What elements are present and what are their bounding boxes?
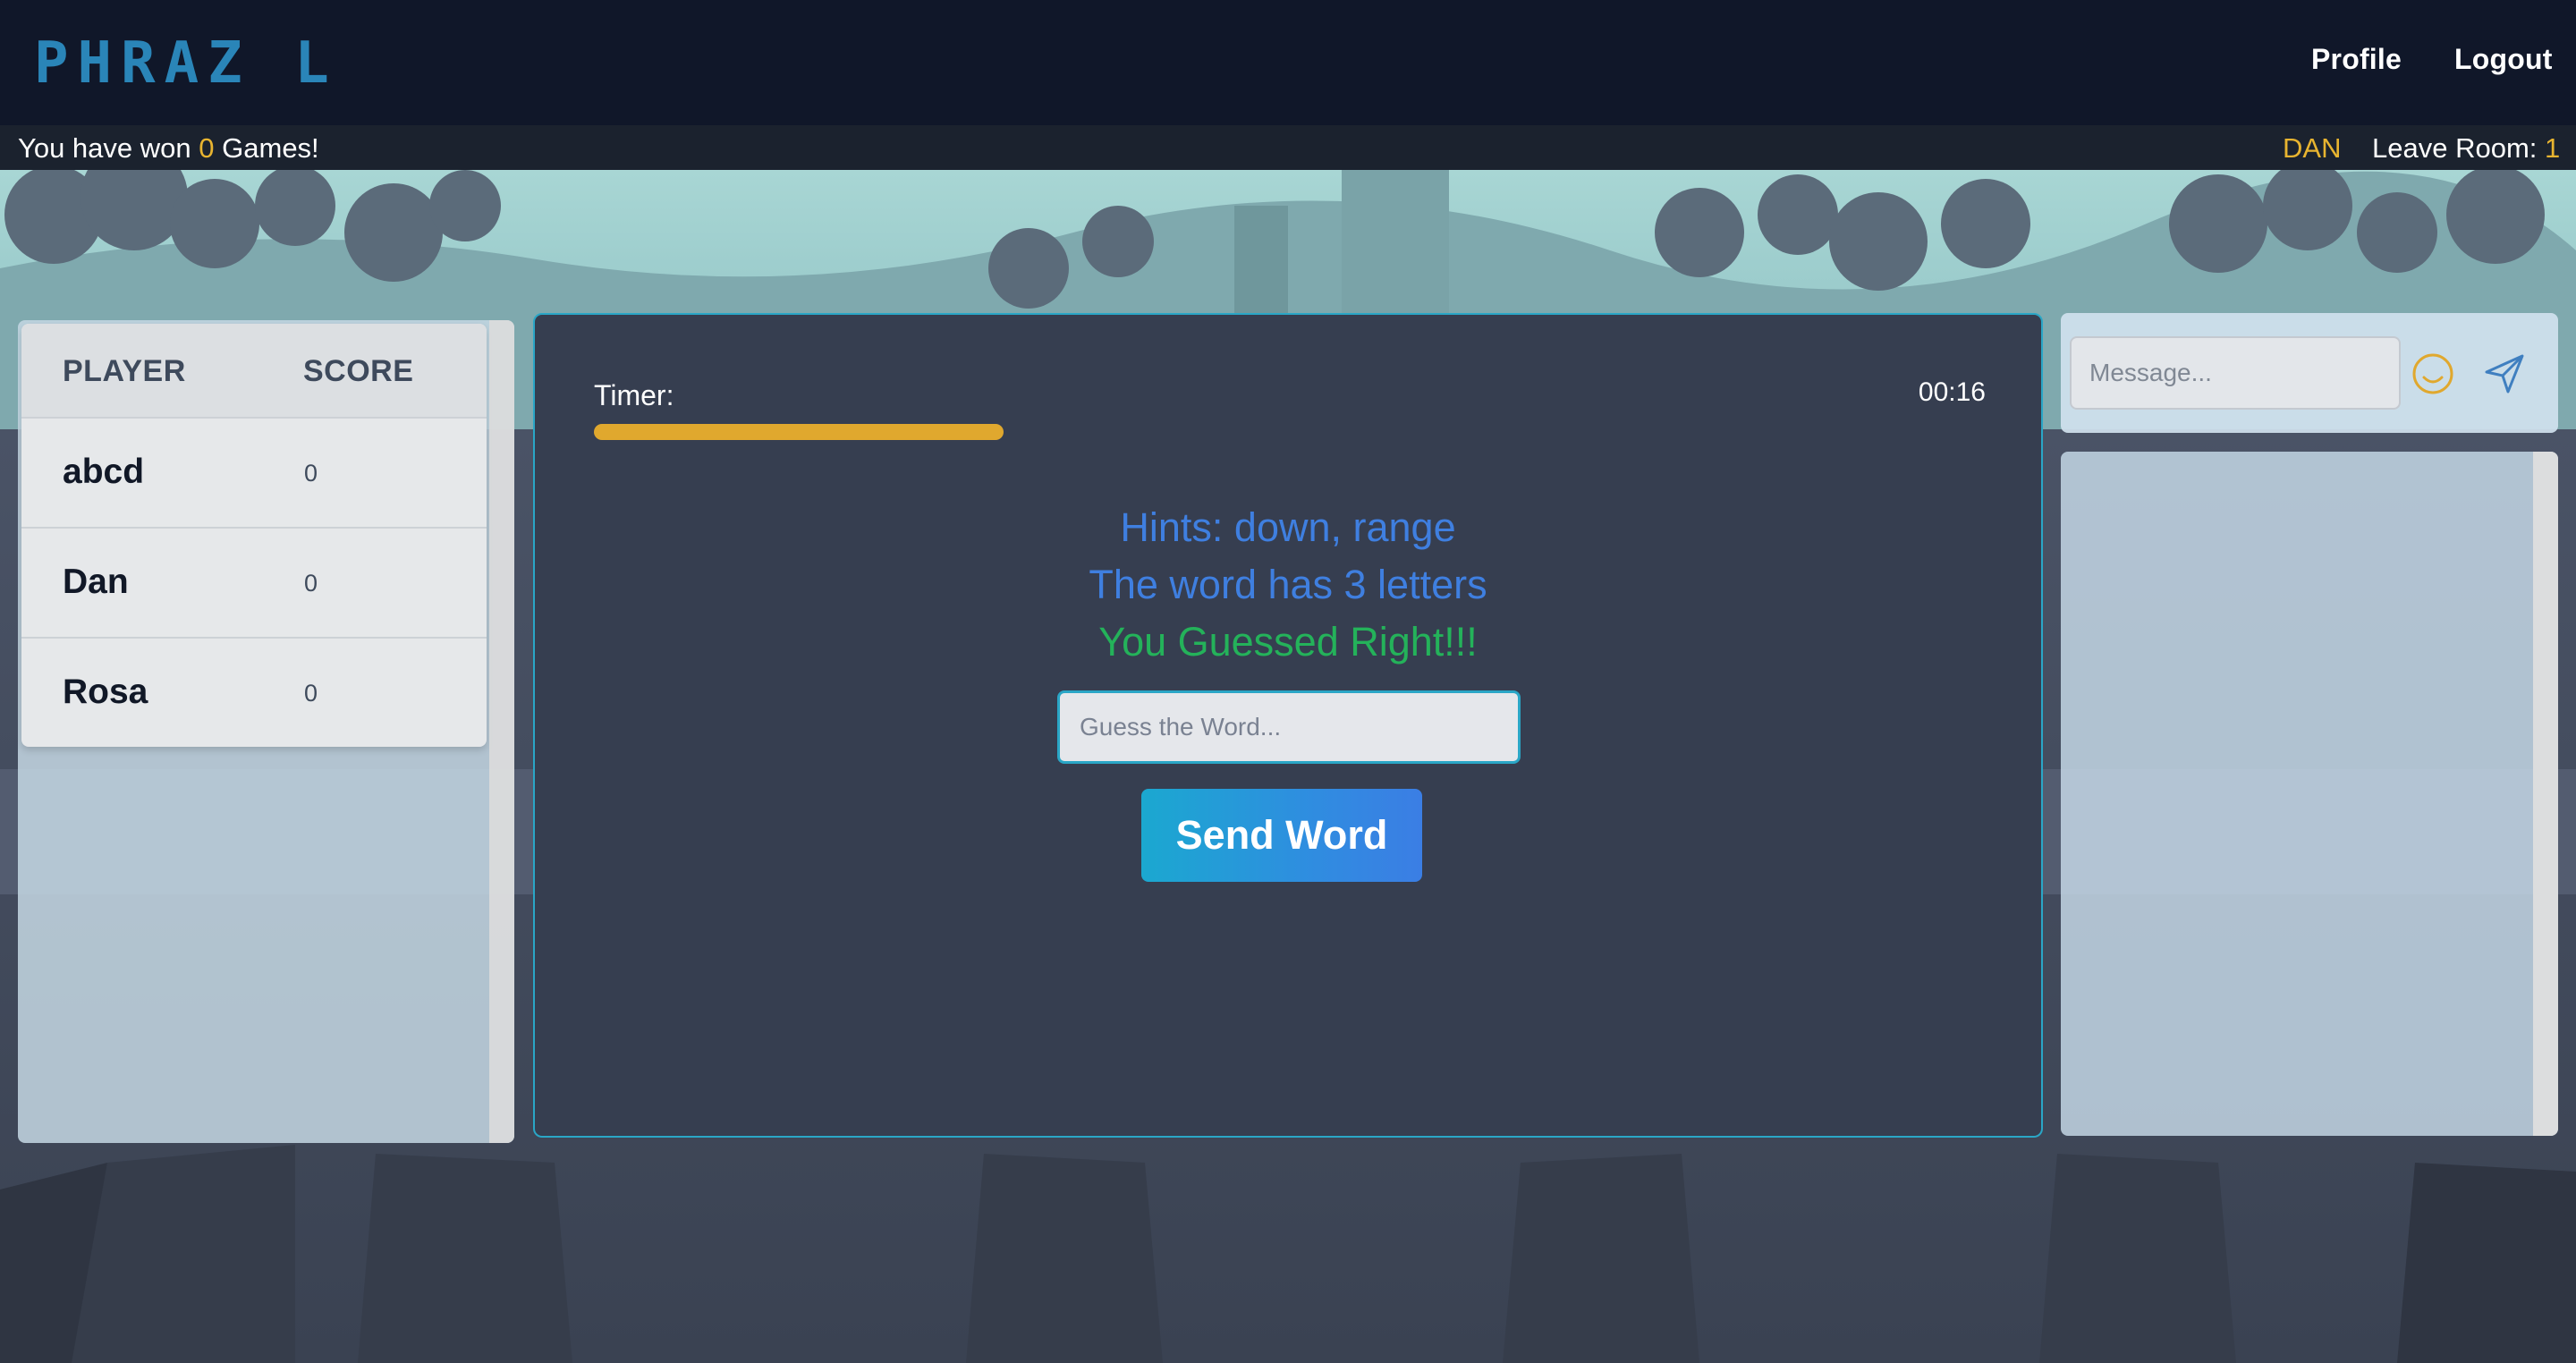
scoreboard-panel: PLAYER SCORE abcd 0 Dan 0 Rosa 0: [18, 320, 514, 1143]
status-bar: You have won 0 Games! DAN Leave Room: 1: [0, 125, 2576, 170]
table-row: Dan 0: [21, 527, 487, 637]
chat-message-input[interactable]: [2070, 336, 2401, 410]
logout-link[interactable]: Logout: [2454, 43, 2553, 76]
top-navbar: PHRAZ_L Profile Logout: [0, 0, 2576, 125]
player-name: Dan: [63, 563, 129, 601]
player-score: 0: [304, 460, 318, 487]
leave-room-label: Leave Room:: [2372, 132, 2538, 164]
leave-room-button[interactable]: Leave Room: 1: [2372, 132, 2560, 165]
player-score: 0: [304, 680, 318, 707]
score-column-header: SCORE: [303, 354, 414, 388]
games-won-message: You have won 0 Games!: [18, 132, 319, 165]
logo-text: PHRAZ_L: [34, 36, 338, 89]
word-length-text: The word has 3 letters: [1089, 562, 1487, 607]
chat-scrollbar[interactable]: [2533, 452, 2558, 1136]
chat-messages-panel: [2061, 452, 2558, 1136]
player-name: Rosa: [63, 673, 148, 711]
scoreboard-header: PLAYER SCORE: [21, 324, 487, 417]
guess-word-input[interactable]: [1057, 690, 1521, 764]
hints-text: Hints: down, range: [1120, 504, 1456, 550]
paper-plane-icon[interactable]: [2481, 351, 2528, 397]
table-row: abcd 0: [21, 417, 487, 527]
scoreboard-scrollbar[interactable]: [489, 320, 514, 1143]
won-suffix: Games!: [222, 132, 319, 164]
timer-value: 00:16: [1918, 377, 1986, 407]
send-word-button[interactable]: Send Word: [1141, 789, 1422, 882]
phrazl-logo[interactable]: PHRAZ_L: [34, 36, 356, 89]
player-column-header: PLAYER: [63, 354, 186, 388]
won-count: 0: [199, 132, 215, 164]
player-name: abcd: [63, 453, 145, 491]
room-number: 1: [2545, 132, 2561, 164]
current-username: DAN: [2283, 132, 2342, 164]
timer-progress-bar: [594, 424, 1982, 440]
game-panel: Timer: 00:16 Hints: down, range The word…: [533, 313, 2043, 1138]
profile-link[interactable]: Profile: [2311, 43, 2402, 76]
won-prefix: You have won: [18, 132, 191, 164]
table-row: Rosa 0: [21, 637, 487, 747]
guess-result-text: You Guessed Right!!!: [1098, 619, 1478, 665]
timer-label: Timer:: [594, 379, 674, 411]
player-score: 0: [304, 570, 318, 597]
timer-progress-fill: [594, 424, 1004, 440]
chat-input-bar: [2061, 313, 2558, 433]
scoreboard-table: PLAYER SCORE abcd 0 Dan 0 Rosa 0: [21, 324, 487, 747]
smiley-icon[interactable]: [2410, 351, 2456, 397]
